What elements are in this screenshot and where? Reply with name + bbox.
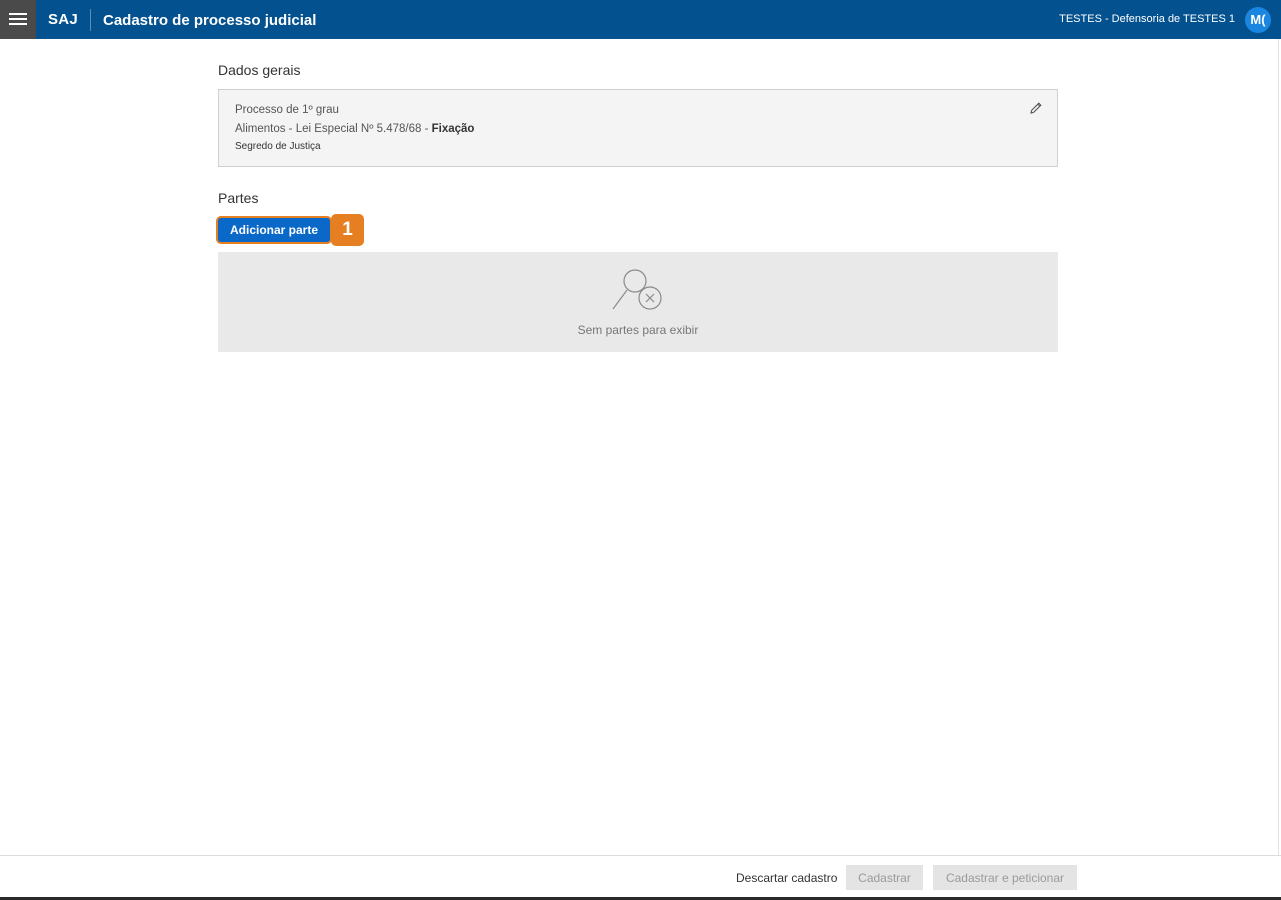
header-divider xyxy=(90,9,91,31)
register-and-petition-button[interactable]: Cadastrar e peticionar xyxy=(933,865,1077,890)
hamburger-menu-icon[interactable] xyxy=(0,0,36,39)
empty-message: Sem partes para exibir xyxy=(577,323,699,337)
add-party-button[interactable]: Adicionar parte xyxy=(218,218,330,242)
dados-gerais-card: Processo de 1º grau Alimentos - Lei Espe… xyxy=(218,89,1058,167)
process-class: Alimentos - Lei Especial Nº 5.478/68 - F… xyxy=(235,123,474,135)
secrecy-label: Segredo de Justiça xyxy=(235,141,321,152)
footer-bar: Descartar cadastro Cadastrar Cadastrar e… xyxy=(0,855,1281,900)
pencil-edit-icon[interactable] xyxy=(1029,101,1043,115)
process-subject: Fixação xyxy=(431,123,475,135)
organization-label[interactable]: TESTES - Defensoria de TESTES 1 xyxy=(1059,13,1235,25)
page-title: Cadastro de processo judicial xyxy=(103,12,317,29)
discard-button[interactable]: Descartar cadastro xyxy=(736,871,837,885)
section-title-partes: Partes xyxy=(218,190,259,206)
empty-parties-panel: Sem partes para exibir xyxy=(218,252,1058,352)
process-degree: Processo de 1º grau xyxy=(235,104,339,116)
page-divider xyxy=(1278,39,1279,900)
search-not-found-icon xyxy=(612,269,662,310)
register-button[interactable]: Cadastrar xyxy=(846,865,923,890)
user-avatar[interactable]: M( xyxy=(1245,7,1271,33)
app-logo[interactable]: SAJ xyxy=(48,11,78,28)
process-class-text: Alimentos - Lei Especial Nº 5.478/68 - xyxy=(235,123,432,135)
step-badge: 1 xyxy=(331,214,364,246)
top-bar: SAJ Cadastro de processo judicial TESTES… xyxy=(0,0,1281,39)
section-title-dados-gerais: Dados gerais xyxy=(218,62,301,78)
